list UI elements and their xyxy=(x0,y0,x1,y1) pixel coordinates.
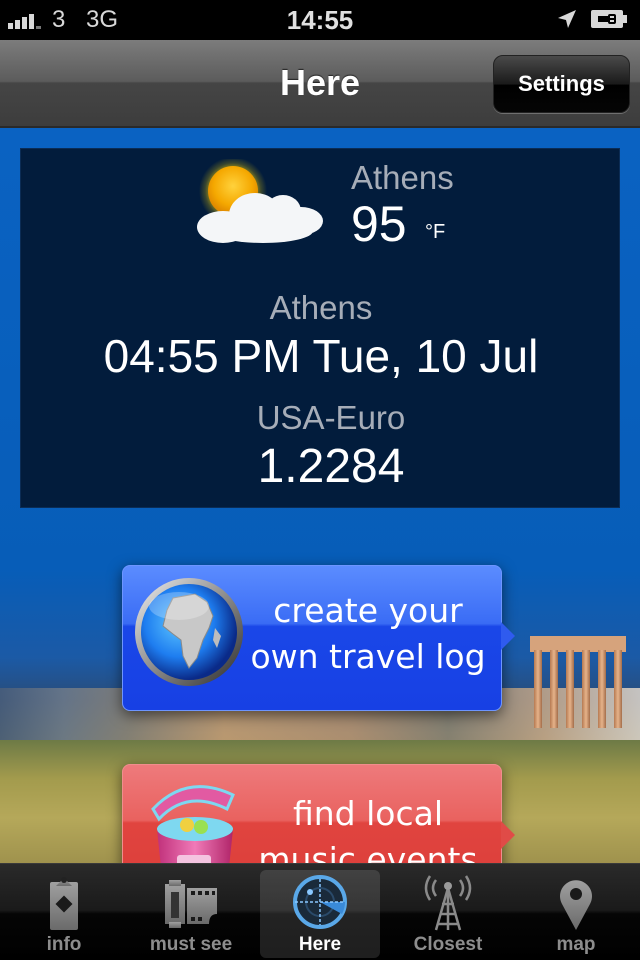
globe-icon xyxy=(135,578,243,686)
tab-closest[interactable]: Closest xyxy=(388,870,508,958)
antenna-tower-icon xyxy=(424,875,472,931)
background-temple-image xyxy=(530,636,626,746)
clipboard-icon xyxy=(50,877,78,930)
screen: 3 3G 14:55 Here Settings Athens 95 °F At… xyxy=(0,0,640,960)
tab-label: Closest xyxy=(413,934,483,955)
map-pin-icon xyxy=(560,880,592,930)
tab-map[interactable]: map xyxy=(516,870,636,958)
clock-city: Athens xyxy=(269,289,373,326)
settings-button[interactable]: Settings xyxy=(493,55,630,113)
radar-icon xyxy=(293,875,347,929)
travel-log-label: create your own travel log xyxy=(243,588,493,680)
currency-pair: USA-Euro xyxy=(256,399,406,436)
find-music-events-button[interactable]: find local music events xyxy=(122,764,515,863)
tab-must-see[interactable]: must see xyxy=(131,870,251,958)
tab-label: map xyxy=(556,934,596,955)
navigation-bar: Here Settings xyxy=(0,40,640,128)
cooler-icon xyxy=(151,785,235,863)
music-events-label-line2: music events xyxy=(258,840,478,863)
create-travel-log-button[interactable]: create your own travel log xyxy=(122,565,515,711)
travel-log-label-line1: create your xyxy=(273,591,463,630)
partly-cloudy-icon xyxy=(197,159,323,243)
music-events-label: find local music events xyxy=(243,791,493,863)
weather-temperature: 95 xyxy=(351,196,407,252)
music-events-label-line1: find local xyxy=(292,794,444,833)
content-area: Athens 95 °F Athens 04:55 PM Tue, 10 Jul… xyxy=(0,128,640,863)
film-roll-icon xyxy=(165,880,217,928)
travel-log-label-line2: own travel log xyxy=(250,637,486,676)
status-time: 14:55 xyxy=(286,5,354,35)
battery-charging-icon xyxy=(591,10,627,28)
tab-here[interactable]: Here xyxy=(260,870,380,958)
tab-bar: info must see Here Closest map xyxy=(0,863,640,960)
tab-info[interactable]: info xyxy=(4,870,124,958)
currency-rate: 1.2284 xyxy=(257,440,405,493)
location-arrow-icon xyxy=(558,10,576,28)
tab-label: Here xyxy=(298,934,342,955)
info-panel: Athens 95 °F Athens 04:55 PM Tue, 10 Jul… xyxy=(20,148,620,508)
status-bar: 3 3G 14:55 xyxy=(0,0,640,40)
weather-city: Athens xyxy=(351,159,454,196)
clock-datetime: 04:55 PM Tue, 10 Jul xyxy=(103,330,539,382)
weather-unit: °F xyxy=(425,221,446,243)
tab-label: must see xyxy=(149,934,233,955)
tab-label: info xyxy=(46,934,82,955)
